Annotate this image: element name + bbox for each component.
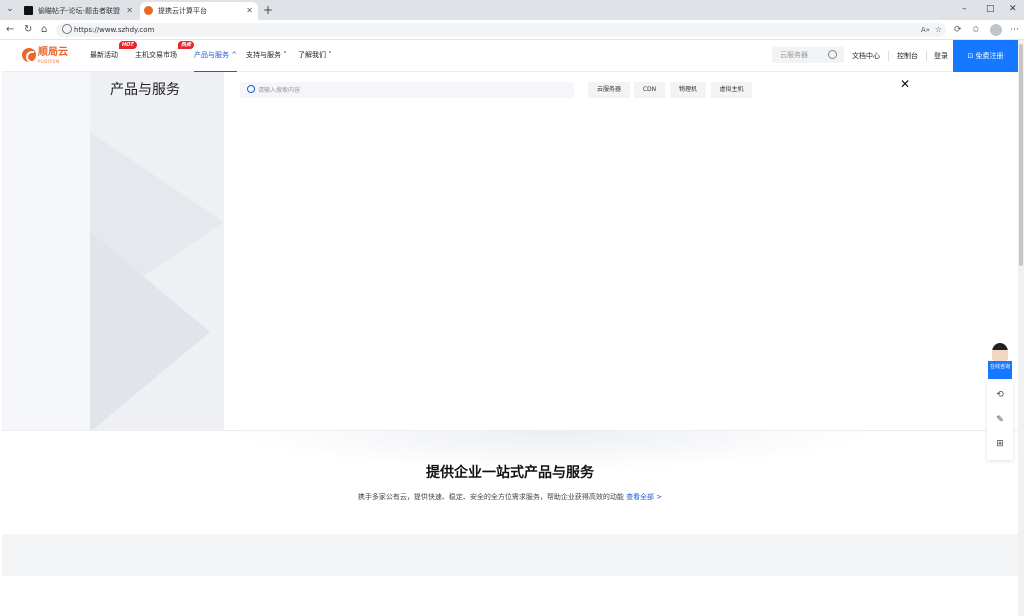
nav-latest-activities[interactable]: 最新活动 <box>90 40 118 72</box>
apps-grid-icon[interactable]: ⊞ <box>994 438 1006 450</box>
tab-favicon <box>24 6 33 15</box>
edit-icon[interactable]: ✎ <box>994 414 1006 426</box>
menu-side-panel <box>90 72 224 430</box>
chip-physical-machine[interactable]: 物理机 <box>670 82 706 98</box>
nav-products-services[interactable]: 产品与服务 ^ <box>194 40 238 72</box>
search-icon[interactable] <box>828 50 837 59</box>
tab-title: 提携云计算平台 <box>158 7 207 15</box>
sale-badge: 热卖 <box>178 41 195 49</box>
register-button[interactable]: ⊡ 免费注册 <box>953 40 1018 72</box>
decorative-shape <box>90 232 210 430</box>
tab-title: 偷瞄帖子-论坛-题击者联盟 <box>38 7 121 15</box>
favorite-star-icon[interactable]: ☆ <box>935 23 942 37</box>
console-link[interactable]: 控制台 <box>897 40 918 72</box>
reload-icon[interactable]: ↻ <box>24 23 32 37</box>
minimize-button[interactable]: – <box>962 2 967 16</box>
page-scrollbar[interactable] <box>1018 40 1024 616</box>
logo-mark-icon <box>22 48 36 63</box>
site-header: 顺局云 PUDIYUN 最新活动 HOT 主机交易市场 热卖 产品与服务 ^ 支… <box>2 40 1018 72</box>
site-logo[interactable]: 顺局云 PUDIYUN <box>22 46 74 66</box>
tab-close-icon[interactable]: ✕ <box>126 2 133 20</box>
floating-tools-panel: ⟲ ✎ ⊞ <box>987 380 1013 460</box>
menu-title: 产品与服务 <box>110 82 180 98</box>
register-label: 免费注册 <box>975 52 1004 60</box>
new-tab-button[interactable]: + <box>263 2 273 18</box>
chip-cloud-server[interactable]: 云服务器 <box>588 82 630 98</box>
browser-tab-1[interactable]: 偷瞄帖子-论坛-题击者联盟 ✕ <box>20 2 138 20</box>
logo-subtext: PUDIYUN <box>38 59 60 64</box>
chip-cdn[interactable]: CDN <box>634 82 665 98</box>
floating-service-bar: 在线咨询 ⟲ ✎ ⊞ <box>987 343 1013 461</box>
read-aloud-icon[interactable]: A» <box>921 23 930 37</box>
section-desc-text: 携手多家公有云，提供快速、稳定、安全的全方位需求服务，帮助企业获得高效的动能 <box>357 493 624 501</box>
browser-tab-2[interactable]: 提携云计算平台 ✕ <box>140 2 258 20</box>
docs-center-link[interactable]: 文档中心 <box>852 40 880 72</box>
view-all-link[interactable]: 查看全部 > <box>626 493 662 501</box>
header-search-placeholder: 云服务器 <box>780 51 808 59</box>
agent-avatar[interactable] <box>992 343 1008 361</box>
section-description: 携手多家公有云，提供快速、稳定、安全的全方位需求服务，帮助企业获得高效的动能 查… <box>2 492 1018 502</box>
content-band <box>2 534 1018 576</box>
url-field[interactable]: https://www.szhdy.com A» ☆ <box>56 23 946 37</box>
maximize-button[interactable]: □ <box>986 2 995 16</box>
menu-content-panel <box>224 72 1018 430</box>
chip-virtual-host[interactable]: 虚拟主机 <box>711 82 752 98</box>
nav-about-us[interactable]: 了解我们 ˅ <box>298 40 332 72</box>
login-link[interactable]: 登录 <box>934 40 948 72</box>
nav-host-market[interactable]: 主机交易市场 <box>135 40 177 72</box>
logo-text: 顺局云 <box>38 47 68 58</box>
scrollbar-thumb[interactable] <box>1019 44 1023 266</box>
close-icon[interactable]: ✕ <box>898 77 912 91</box>
divider <box>888 51 889 61</box>
search-icon <box>247 85 255 93</box>
close-window-button[interactable]: ✕ <box>1009 2 1017 16</box>
extensions-icon[interactable]: ⟳ <box>954 23 962 37</box>
tab-close-icon[interactable]: ✕ <box>246 2 253 20</box>
nav-support-services[interactable]: 支持与服务 ˅ <box>246 40 287 72</box>
more-menu-icon[interactable]: ⋯ <box>1010 23 1019 37</box>
menu-search-input[interactable] <box>258 82 558 98</box>
bag-icon: ⊡ <box>967 52 976 60</box>
browser-tab-strip: ⌄ 偷瞄帖子-论坛-题击者联盟 ✕ 提携云计算平台 ✕ + – □ ✕ <box>0 0 1024 20</box>
tab-favicon <box>144 6 153 15</box>
site-info-icon[interactable] <box>62 24 72 34</box>
address-bar: ← ↻ ⌂ https://www.szhdy.com A» ☆ ⟳ ✩ ⋯ <box>0 20 1024 40</box>
url-text: https://www.szhdy.com <box>74 26 155 34</box>
menu-search[interactable] <box>240 82 574 98</box>
menu-left-background <box>2 72 90 430</box>
section-title: 提供企业一站式产品与服务 <box>426 465 594 481</box>
products-section: 提供企业一站式产品与服务 携手多家公有云，提供快速、稳定、安全的全方位需求服务，… <box>2 430 1018 534</box>
headset-icon[interactable]: ⟲ <box>994 389 1006 401</box>
online-consult-button[interactable]: 在线咨询 <box>988 361 1012 379</box>
favorites-icon[interactable]: ✩ <box>972 23 980 37</box>
header-search[interactable]: 云服务器 <box>772 47 844 63</box>
tab-actions-menu-icon[interactable]: ⌄ <box>3 2 17 16</box>
divider <box>926 51 927 61</box>
home-icon[interactable]: ⌂ <box>41 23 47 37</box>
profile-avatar-icon[interactable] <box>990 24 1002 36</box>
back-icon[interactable]: ← <box>6 23 14 37</box>
